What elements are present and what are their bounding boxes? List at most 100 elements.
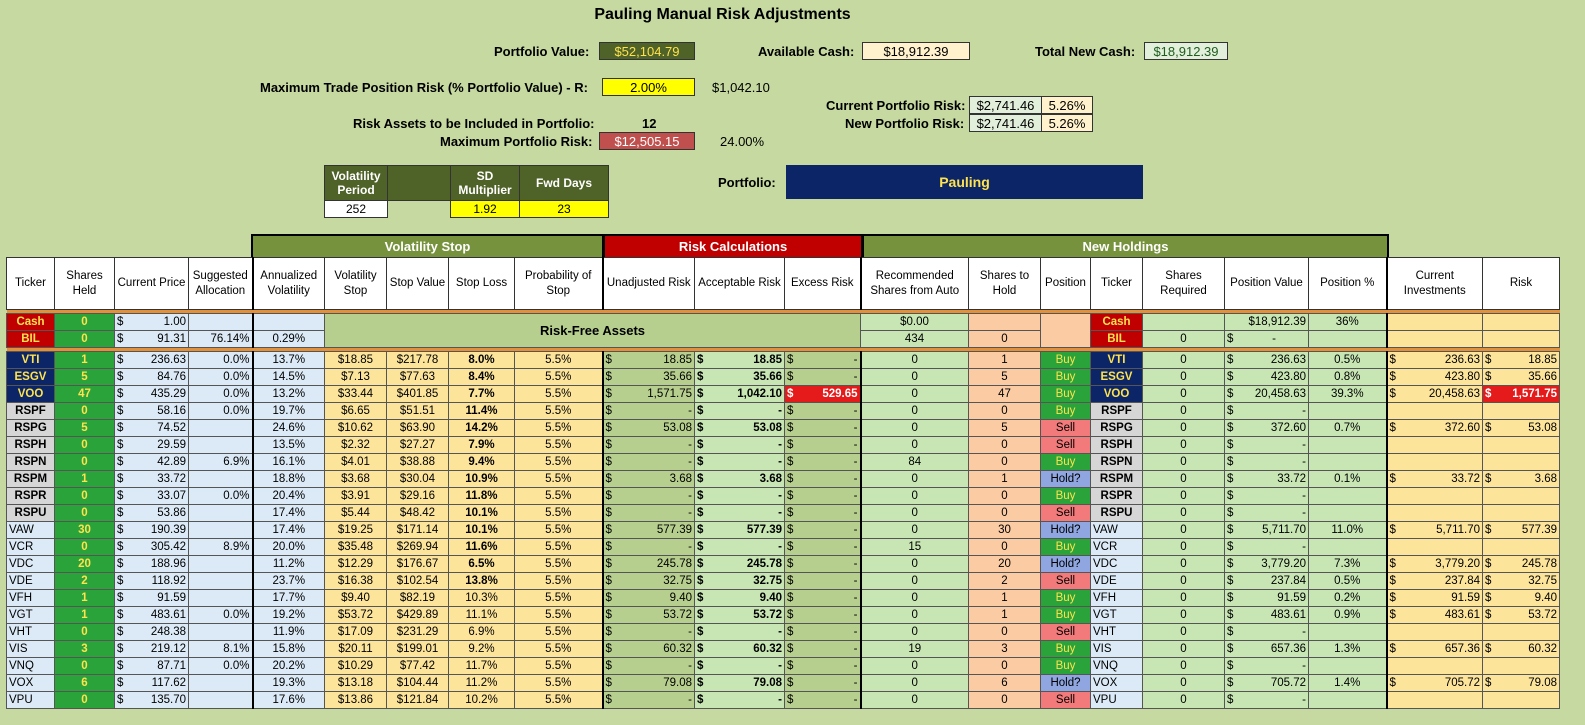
- stop-value-cell[interactable]: $121.84: [386, 691, 449, 709]
- cash-posval[interactable]: $18,912.39: [1224, 313, 1309, 331]
- shares-required-cell[interactable]: 0: [1142, 368, 1225, 386]
- ticker-cell[interactable]: VDE: [6, 572, 55, 590]
- stop-value-cell[interactable]: $27.27: [386, 436, 449, 454]
- cash-curinv[interactable]: [1385, 313, 1483, 331]
- position-cell[interactable]: Sell: [1040, 623, 1091, 641]
- current-price-cell[interactable]: $188.96: [114, 555, 189, 573]
- shares-required-cell[interactable]: 0: [1142, 419, 1225, 437]
- volatility-stop-cell[interactable]: $12.29: [324, 555, 387, 573]
- probability-of-stop-cell[interactable]: 5.5%: [514, 436, 603, 454]
- risk-cell[interactable]: $3.68: [1482, 470, 1560, 488]
- current-investments-cell[interactable]: $705.72: [1385, 674, 1483, 692]
- current-investments-cell[interactable]: $237.84: [1385, 572, 1483, 590]
- ticker-cell[interactable]: VCR: [6, 538, 55, 556]
- current-investments-cell[interactable]: [1385, 487, 1483, 505]
- cash-vol[interactable]: [251, 313, 325, 331]
- suggested-allocation-cell[interactable]: 0.0%: [188, 487, 253, 505]
- ticker2-cell[interactable]: VFH: [1090, 589, 1143, 607]
- probability-of-stop-cell[interactable]: 5.5%: [514, 640, 603, 658]
- stop-loss-cell[interactable]: 10.2%: [448, 691, 515, 709]
- cash-hold[interactable]: [968, 313, 1041, 331]
- volatility-stop-cell[interactable]: $2.32: [324, 436, 387, 454]
- acceptable-risk-cell[interactable]: $60.32: [694, 640, 785, 658]
- probability-of-stop-cell[interactable]: 5.5%: [514, 521, 603, 539]
- position-value-cell[interactable]: $237.84: [1224, 572, 1309, 590]
- shares-held-cell[interactable]: 0: [54, 453, 115, 471]
- probability-of-stop-cell[interactable]: 5.5%: [514, 385, 603, 403]
- annualized-volatility-cell[interactable]: 17.4%: [251, 521, 325, 539]
- suggested-allocation-cell[interactable]: [188, 691, 253, 709]
- unadjusted-risk-cell[interactable]: $9.40: [601, 589, 695, 607]
- annualized-volatility-cell[interactable]: 17.6%: [251, 691, 325, 709]
- shares-required-cell[interactable]: 0: [1142, 385, 1225, 403]
- current-price-cell[interactable]: $236.63: [114, 351, 189, 369]
- current-price-cell[interactable]: $91.59: [114, 589, 189, 607]
- risk-cell[interactable]: $1,571.75: [1482, 385, 1560, 403]
- shares-to-hold-cell[interactable]: 0: [968, 504, 1041, 522]
- new-risk-pct-cell[interactable]: 5.26%: [1041, 114, 1093, 132]
- recommended-shares-cell[interactable]: 0: [859, 623, 969, 641]
- current-investments-cell[interactable]: [1385, 538, 1483, 556]
- probability-of-stop-cell[interactable]: 5.5%: [514, 606, 603, 624]
- annualized-volatility-cell[interactable]: 19.7%: [251, 402, 325, 420]
- bil-req[interactable]: 0: [1142, 330, 1225, 348]
- stop-value-cell[interactable]: $217.78: [386, 351, 449, 369]
- volatility-stop-cell[interactable]: $9.40: [324, 589, 387, 607]
- recommended-shares-cell[interactable]: 0: [859, 572, 969, 590]
- current-price-cell[interactable]: $87.71: [114, 657, 189, 675]
- unadjusted-risk-cell[interactable]: $60.32: [601, 640, 695, 658]
- probability-of-stop-cell[interactable]: 5.5%: [514, 351, 603, 369]
- risk-cell[interactable]: $18.85: [1482, 351, 1560, 369]
- risk-cell[interactable]: $53.72: [1482, 606, 1560, 624]
- shares-held-cell[interactable]: 0: [54, 623, 115, 641]
- probability-of-stop-cell[interactable]: 5.5%: [514, 368, 603, 386]
- volatility-stop-cell[interactable]: $20.11: [324, 640, 387, 658]
- unadjusted-risk-cell[interactable]: $18.85: [601, 351, 695, 369]
- position-value-cell[interactable]: $ -: [1224, 691, 1309, 709]
- current-price-cell[interactable]: $58.16: [114, 402, 189, 420]
- column-header[interactable]: Suggested Allocation: [188, 257, 253, 310]
- recommended-shares-cell[interactable]: 0: [859, 589, 969, 607]
- column-header[interactable]: Position Value: [1224, 257, 1309, 310]
- max-portfolio-risk-cell[interactable]: $12,505.15: [599, 132, 695, 150]
- volatility-stop-cell[interactable]: $3.68: [324, 470, 387, 488]
- suggested-allocation-cell[interactable]: [188, 470, 253, 488]
- position-cell[interactable]: Hold?: [1040, 555, 1091, 573]
- current-price-cell[interactable]: $33.72: [114, 470, 189, 488]
- position-cell[interactable]: Buy: [1040, 606, 1091, 624]
- recommended-shares-cell[interactable]: 0: [859, 402, 969, 420]
- volatility-stop-cell[interactable]: $17.09: [324, 623, 387, 641]
- position-value-cell[interactable]: $ -: [1224, 623, 1309, 641]
- ticker-cell[interactable]: RSPG: [6, 419, 55, 437]
- position-pct-cell[interactable]: [1308, 402, 1387, 420]
- position-pct-cell[interactable]: 1.4%: [1308, 674, 1387, 692]
- unadjusted-risk-cell[interactable]: $ -: [601, 487, 695, 505]
- current-investments-cell[interactable]: $657.36: [1385, 640, 1483, 658]
- position-value-cell[interactable]: $705.72: [1224, 674, 1309, 692]
- cash-price[interactable]: 1.00: [164, 315, 186, 330]
- current-price-cell[interactable]: $305.42: [114, 538, 189, 556]
- suggested-allocation-cell[interactable]: 8.9%: [188, 538, 253, 556]
- shares-held-cell[interactable]: 5: [54, 419, 115, 437]
- shares-held-cell[interactable]: 2: [54, 572, 115, 590]
- position-pct-cell[interactable]: 1.3%: [1308, 640, 1387, 658]
- ticker2-cell[interactable]: VOX: [1090, 674, 1143, 692]
- current-investments-cell[interactable]: [1385, 402, 1483, 420]
- cash-shares[interactable]: 0: [54, 313, 115, 331]
- ticker-cell[interactable]: RSPR: [6, 487, 55, 505]
- acceptable-risk-cell[interactable]: $1,042.10: [694, 385, 785, 403]
- acceptable-risk-cell[interactable]: $245.78: [694, 555, 785, 573]
- probability-of-stop-cell[interactable]: 5.5%: [514, 572, 603, 590]
- current-investments-cell[interactable]: [1385, 453, 1483, 471]
- ticker2-cell[interactable]: RSPR: [1090, 487, 1143, 505]
- bil-shares[interactable]: 0: [54, 330, 115, 348]
- current-risk-amt-cell[interactable]: $2,741.46: [969, 96, 1042, 114]
- probability-of-stop-cell[interactable]: 5.5%: [514, 453, 603, 471]
- probability-of-stop-cell[interactable]: 5.5%: [514, 589, 603, 607]
- position-cell[interactable]: Buy: [1040, 538, 1091, 556]
- cash-req[interactable]: [1142, 313, 1225, 331]
- bil-risk[interactable]: [1482, 330, 1560, 348]
- shares-held-cell[interactable]: 1: [54, 351, 115, 369]
- stop-loss-cell[interactable]: 10.3%: [448, 589, 515, 607]
- stop-value-cell[interactable]: $30.04: [386, 470, 449, 488]
